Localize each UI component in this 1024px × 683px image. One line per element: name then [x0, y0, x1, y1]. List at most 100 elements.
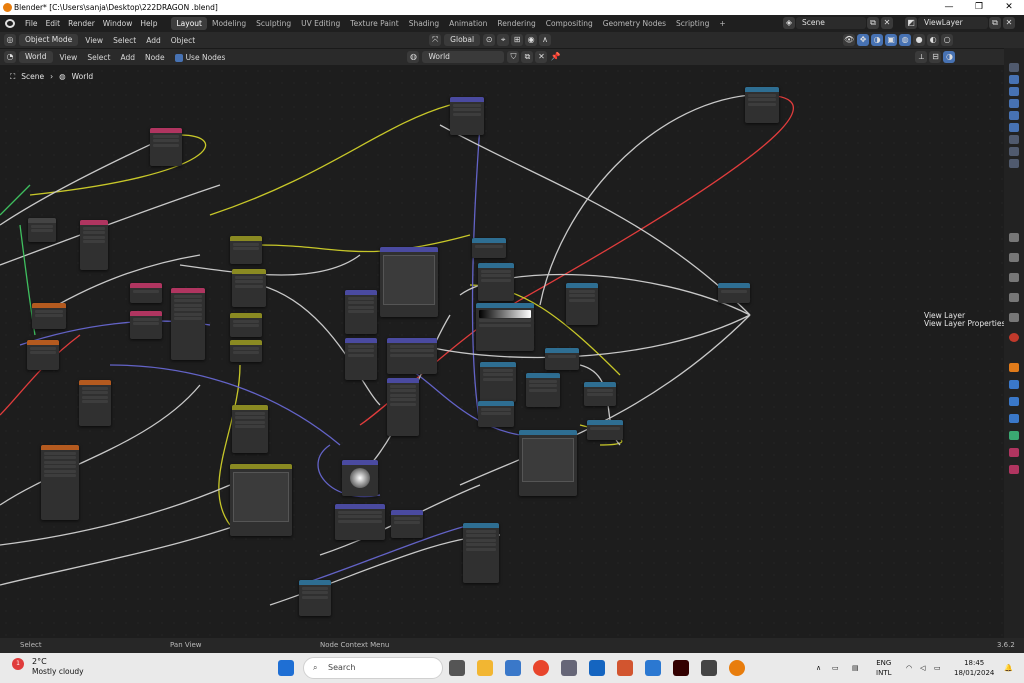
close-button[interactable]: ✕ [994, 0, 1024, 15]
scene-icon[interactable]: ◈ [783, 17, 795, 29]
pin-icon[interactable]: 📌 [549, 51, 561, 63]
scene-properties-icon[interactable] [1009, 313, 1019, 322]
node[interactable] [478, 263, 514, 301]
breadcrumb-world[interactable]: World [72, 72, 94, 82]
shader-type-dropdown[interactable]: World [19, 51, 53, 63]
tab-modeling[interactable]: Modeling [207, 17, 251, 30]
menu-help[interactable]: Help [136, 19, 161, 28]
language-indicator[interactable]: ENG INTL [876, 658, 891, 678]
tab-sculpting[interactable]: Sculpting [251, 17, 296, 30]
outlook-icon[interactable] [589, 660, 605, 676]
color-ramp-node[interactable] [476, 303, 534, 351]
camera-icon[interactable] [1009, 75, 1019, 84]
node[interactable] [32, 303, 66, 329]
node[interactable] [27, 340, 59, 370]
physics-icon[interactable] [1009, 414, 1019, 423]
tab-scripting[interactable]: Scripting [671, 17, 714, 30]
overlays-node-icon[interactable]: ◑ [943, 51, 956, 63]
node[interactable] [150, 128, 182, 166]
menu-window[interactable]: Window [99, 19, 137, 28]
weather-widget[interactable]: 2°C Mostly cloudy [32, 657, 84, 677]
menu-object[interactable]: Object [166, 36, 200, 45]
node[interactable] [545, 348, 579, 370]
tab-animation[interactable]: Animation [444, 17, 492, 30]
fake-user-icon[interactable]: ⛉ [507, 51, 520, 63]
proportional-edit-icon[interactable]: ◉ [525, 34, 538, 46]
snapping-icon[interactable]: ⟂ [915, 51, 928, 63]
shading-rendered-icon[interactable]: ○ [941, 34, 954, 46]
data-icon[interactable] [1009, 431, 1019, 440]
tab-geometry-nodes[interactable]: Geometry Nodes [598, 17, 671, 30]
visibility-icon[interactable]: 👁 [843, 34, 856, 46]
node[interactable] [230, 340, 262, 362]
battery-icon[interactable]: ▭ [934, 663, 941, 673]
camera-icon[interactable] [1009, 135, 1019, 144]
tray-icon[interactable]: ▤ [852, 663, 859, 673]
node[interactable] [480, 362, 516, 402]
settings-icon[interactable] [561, 660, 577, 676]
camera-icon[interactable] [1009, 123, 1019, 132]
duplicate-world-icon[interactable]: ⧉ [521, 51, 534, 63]
node[interactable] [387, 338, 437, 374]
node[interactable] [41, 445, 79, 520]
world-properties-icon[interactable] [1009, 333, 1019, 342]
notification-bell-icon[interactable]: 🔔 [1004, 663, 1013, 673]
node[interactable] [345, 338, 377, 380]
tray-chevron-icon[interactable]: ∧ [816, 663, 821, 673]
menu-select-nodes[interactable]: Select [82, 53, 115, 62]
texture-icon[interactable] [1009, 465, 1019, 474]
material-icon[interactable] [1009, 448, 1019, 457]
node[interactable] [391, 510, 423, 538]
object-properties-icon[interactable] [1009, 363, 1019, 372]
new-view-layer-icon[interactable]: ⧉ [989, 17, 1001, 29]
curve-node[interactable] [380, 247, 438, 317]
world-name-field[interactable]: World [422, 51, 505, 63]
illustrator-icon[interactable] [673, 660, 689, 676]
node-editor-type-icon[interactable]: ◔ [4, 51, 16, 63]
node[interactable] [335, 504, 385, 540]
shading-solid-icon[interactable]: ● [913, 34, 926, 46]
gizmo-icon[interactable]: ✥ [857, 34, 870, 46]
node[interactable] [584, 382, 616, 406]
volume-icon[interactable]: ◁ [920, 663, 925, 673]
tab-texture-paint[interactable]: Texture Paint [345, 17, 403, 30]
node[interactable] [79, 380, 111, 426]
search-box[interactable]: ⌕ Search [303, 657, 443, 679]
menu-add[interactable]: Add [141, 36, 166, 45]
view-layer-icon[interactable]: ◩ [905, 17, 917, 29]
scene-name-field[interactable]: Scene [796, 17, 866, 29]
node[interactable] [566, 283, 598, 325]
world-icon[interactable]: ◍ [407, 51, 420, 63]
view-layer-name-field[interactable]: ViewLayer [918, 17, 988, 29]
camera-icon[interactable] [1009, 63, 1019, 72]
camera-icon[interactable] [1009, 147, 1019, 156]
world-output-node[interactable] [745, 87, 779, 123]
clock[interactable]: 18:45 18/01/2024 [954, 658, 994, 678]
menu-edit[interactable]: Edit [42, 19, 65, 28]
menu-node[interactable]: Node [140, 53, 170, 62]
blender-menu-icon[interactable] [5, 19, 15, 28]
object-mode-dropdown[interactable]: Object Mode [19, 34, 79, 46]
output-icon[interactable] [1009, 273, 1019, 282]
render-icon[interactable] [1009, 253, 1019, 262]
store-icon[interactable] [505, 660, 521, 676]
view-layer-icon[interactable] [1009, 293, 1019, 302]
node[interactable] [526, 373, 560, 407]
curve-node[interactable] [519, 430, 577, 496]
camera-icon[interactable] [1009, 99, 1019, 108]
node[interactable] [80, 220, 108, 270]
tray-icon[interactable]: ▭ [832, 663, 839, 673]
node[interactable] [28, 218, 56, 242]
delete-scene-icon[interactable]: ✕ [881, 17, 893, 29]
curve-node[interactable] [230, 464, 292, 536]
blender-taskbar-icon[interactable] [729, 660, 745, 676]
transform-orientation-icon[interactable]: ⤧ [429, 34, 442, 46]
snap-element-icon[interactable]: ⊟ [929, 51, 942, 63]
breadcrumb-scene[interactable]: Scene [21, 72, 44, 82]
menu-view-nodes[interactable]: View [55, 53, 83, 62]
node[interactable] [232, 405, 268, 453]
particles-icon[interactable] [1009, 397, 1019, 406]
camera-icon[interactable] [1009, 111, 1019, 120]
tab-layout[interactable]: Layout [171, 17, 207, 30]
notes-icon[interactable] [701, 660, 717, 676]
